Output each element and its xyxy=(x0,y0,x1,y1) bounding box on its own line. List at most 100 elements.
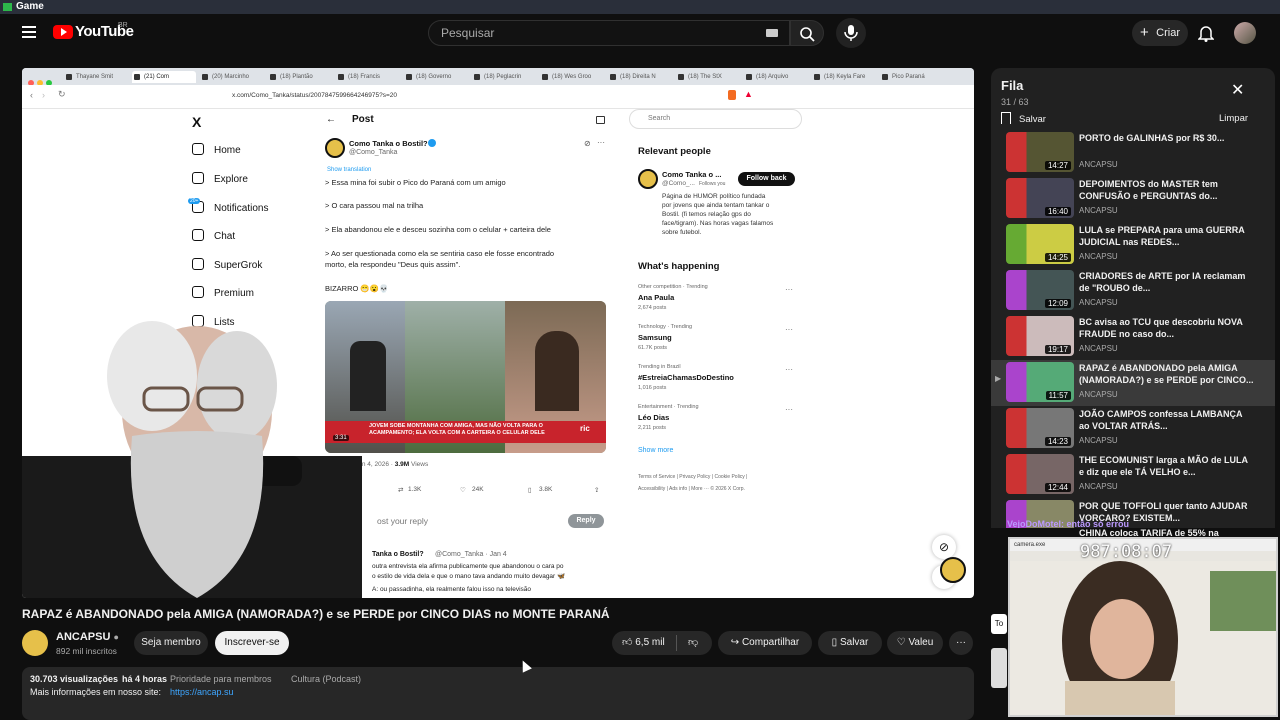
trend-context: Trending in Brazil xyxy=(638,364,681,370)
trend-posts: 2,674 posts xyxy=(638,305,667,311)
os-title-bar: Game xyxy=(0,0,1280,14)
trend-posts: 2,211 posts xyxy=(638,425,667,431)
queue-thumbnail[interactable]: 14:27 xyxy=(1006,132,1074,172)
save-queue-button[interactable]: Salvar xyxy=(1001,112,1046,125)
verified-icon: ● xyxy=(113,632,119,642)
queue-item-channel: ANCAPSU xyxy=(1079,436,1118,445)
browser-tab: (21) Com xyxy=(132,71,196,83)
edge-button[interactable]: To xyxy=(991,614,1007,634)
queue-thumbnail[interactable]: 19:17 xyxy=(1006,316,1074,356)
like-button[interactable]: 👍︎ 6,5 mil xyxy=(622,637,665,648)
relevant-person-handle: @Como_... xyxy=(662,180,695,187)
close-icon[interactable]: ✕ xyxy=(1231,80,1244,100)
queue-thumbnail[interactable]: 12:09 xyxy=(1006,270,1074,310)
post-views-label: Views xyxy=(411,461,429,468)
edge-thumbnail[interactable] xyxy=(991,648,1007,688)
queue-item[interactable]: 12:09 CRIADORES de ARTE por IA reclamam d… xyxy=(991,268,1275,314)
more-options-icon: ··· xyxy=(785,285,793,294)
like-count: 6,5 mil xyxy=(635,637,665,648)
join-button[interactable]: Seja membro xyxy=(134,631,208,655)
bio-line: Bostil. (fi temos relação gps do xyxy=(662,211,751,218)
channel-name[interactable]: ANCAPSU ● xyxy=(56,631,119,643)
video-duration: 19:17 xyxy=(1044,345,1071,354)
search-input[interactable]: Pesquisar xyxy=(428,20,790,46)
browser-tab: (18) Francis xyxy=(336,71,400,83)
bio-line: Página de HUMOR político fundada xyxy=(662,193,766,200)
video-player[interactable]: Thayane Smit (21) Com (20) Marcinho (18) Pl… xyxy=(22,68,974,598)
browser-tab: (18) Governo xyxy=(404,71,468,83)
thanks-icon: ♡ xyxy=(896,637,906,648)
site-link[interactable]: https://ancap.su xyxy=(170,687,234,697)
reader-icon xyxy=(596,116,605,124)
voice-search-button[interactable] xyxy=(836,18,866,48)
x-nav-item: Notifications xyxy=(192,201,268,214)
browser-tab: (18) Direita N xyxy=(608,71,672,83)
search-button[interactable] xyxy=(790,20,824,46)
browser-tab: Thayane Smit xyxy=(64,71,128,83)
brave-shield-icon xyxy=(728,90,736,100)
keyboard-icon[interactable] xyxy=(766,29,778,37)
menu-icon[interactable] xyxy=(22,26,36,38)
queue-thumbnail[interactable]: 14:23 xyxy=(1006,408,1074,448)
queue-thumbnail[interactable]: 16:40 xyxy=(1006,178,1074,218)
subscribe-button[interactable]: Inscrever-se xyxy=(215,631,289,655)
description-box[interactable]: 30.703 visualizações há 4 horas Priorida… xyxy=(22,667,974,720)
youtube-logo-icon[interactable] xyxy=(53,25,73,39)
back-arrow-icon: ‹ xyxy=(30,90,33,100)
save-button[interactable]: ▯ Salvar xyxy=(818,631,882,655)
video-duration: 14:27 xyxy=(1044,161,1071,170)
x-nav-label: Explore xyxy=(214,174,248,185)
x-nav-label: Premium xyxy=(214,288,255,299)
queue-thumbnail[interactable]: 12:44 xyxy=(1006,454,1074,494)
clear-queue-button[interactable]: Limpar xyxy=(1219,113,1248,124)
webcam-counter: 987:08:07 xyxy=(1080,542,1173,562)
video-title: RAPAZ é ABANDONADO pela AMIGA (NAMORADA?… xyxy=(22,607,610,621)
queue-item-title: PORTO de GALINHAS por R$ 30... xyxy=(1079,133,1225,143)
x-nav-item: Chat xyxy=(192,229,235,242)
reply-author: Tanka o Bostil? xyxy=(372,551,424,558)
queue-item-title: CRIADORES de ARTE por IA reclamam de "RO… xyxy=(1079,271,1246,293)
follows-you-badge: Follows you xyxy=(699,181,726,187)
x-nav-label: SuperGrok xyxy=(214,260,263,271)
tweet-line: > Ela abandonou ele e desceu sozinha com… xyxy=(325,225,551,234)
share-button[interactable]: ↪ Compartilhar xyxy=(718,631,812,655)
now-playing-icon: ▶ xyxy=(995,374,1002,383)
browser-tab: Pico Paraná xyxy=(880,71,944,83)
tweet-line: > Ao ser questionada como ela se sentiri… xyxy=(325,249,555,258)
channel-avatar[interactable] xyxy=(22,630,48,656)
queue-item[interactable]: 19:17 BC avisa ao TCU que descobriu NOVA … xyxy=(991,314,1275,360)
repost-icon: ⇄ xyxy=(398,487,404,494)
trend-posts: 1,016 posts xyxy=(638,385,667,391)
queue-item-title: DEPOIMENTOS do MASTER tem CONFUSÃO e PER… xyxy=(1079,179,1218,201)
notifications-bell-icon[interactable] xyxy=(1198,24,1214,42)
x-nav-label: Home xyxy=(214,145,241,156)
queue-item[interactable]: 14:25 LULA se PREPARA para uma GUERRA JUD… xyxy=(991,222,1275,268)
queue-item[interactable]: 12:44 THE ECOMUNIST larga a MÃO de LULA e… xyxy=(991,452,1275,498)
reload-icon: ↻ xyxy=(58,89,66,99)
queue-item[interactable]: 14:23 JOÃO CAMPOS confessa LAMBANÇA ao VO… xyxy=(991,406,1275,452)
create-label: Criar xyxy=(1156,27,1180,39)
thanks-label: Valeu xyxy=(908,637,934,648)
thumbs-up-icon: 👍︎ xyxy=(622,637,633,648)
more-actions-icon[interactable]: ··· xyxy=(949,631,973,655)
queue-item-channel: ANCAPSU xyxy=(1079,390,1118,399)
tweet-line: > Essa mina foi subir o Pico do Paraná c… xyxy=(325,178,506,187)
ric-logo: ric xyxy=(580,424,590,433)
webcam-person xyxy=(1010,561,1276,715)
queue-item[interactable]: 11:57 ▶ RAPAZ é ABANDONADO pela AMIGA (NAM… xyxy=(991,360,1275,406)
thanks-button[interactable]: ♡ Valeu xyxy=(887,631,943,655)
reply-text: o estilo de vida dela e que o mano tava … xyxy=(372,573,566,580)
user-avatar[interactable] xyxy=(1234,22,1256,44)
game-icon xyxy=(3,3,12,11)
queue-item[interactable]: 16:40 DEPOIMENTOS do MASTER tem CONFUSÃO … xyxy=(991,176,1275,222)
channel-watermark-icon xyxy=(940,557,966,583)
create-button[interactable]: + Criar xyxy=(1132,20,1188,46)
queue-item-title: LULA se PREPARA para uma GUERRA JUDICIAL… xyxy=(1079,225,1245,247)
queue-item[interactable]: 14:27 PORTO de GALINHAS por R$ 30... ANCAP… xyxy=(991,130,1275,176)
queue-thumbnail[interactable]: 11:57 xyxy=(1006,362,1074,402)
queue-thumbnail[interactable]: 14:25 xyxy=(1006,224,1074,264)
whats-happening-title: What's happening xyxy=(638,261,720,272)
x-footer-links: Accessibility | Ads info | More ··· © 20… xyxy=(638,486,745,492)
thumbs-down-icon[interactable]: 👎︎ xyxy=(688,631,698,655)
bio-line: face/tigram). Nas horas vagas falamos xyxy=(662,220,774,227)
